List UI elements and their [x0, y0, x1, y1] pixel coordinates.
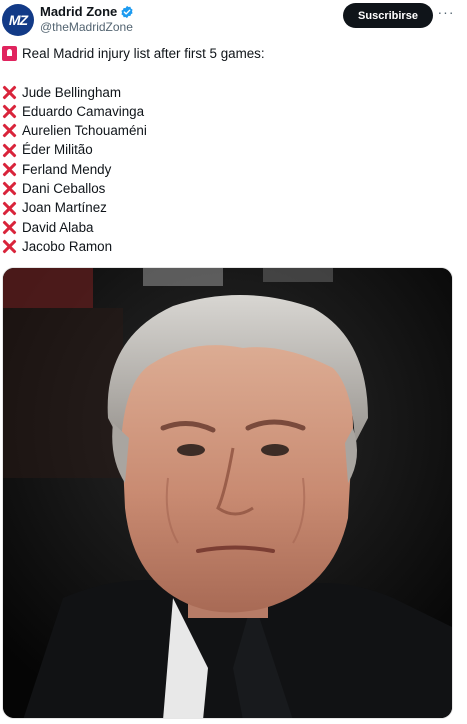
player-name: Eduardo Camavinga [22, 103, 145, 119]
player-name: David Alaba [22, 219, 94, 235]
injury-list-item: Éder Militão [2, 140, 462, 159]
player-name: Joan Martínez [22, 200, 107, 216]
cross-mark-icon [2, 201, 17, 216]
account-handle[interactable]: @theMadridZone [40, 20, 133, 34]
avatar[interactable]: MZ [2, 4, 34, 36]
player-name: Dani Ceballos [22, 181, 106, 197]
tweet-text: Real Madrid injury list after first 5 ga… [2, 44, 462, 256]
coach-portrait-image [3, 268, 452, 718]
cross-mark-icon [2, 104, 17, 119]
name-row: Madrid Zone [40, 4, 134, 19]
cross-mark-icon [2, 162, 17, 177]
headline-line: Real Madrid injury list after first 5 ga… [2, 44, 462, 63]
more-options-icon[interactable]: ··· [436, 4, 456, 24]
display-name[interactable]: Madrid Zone [40, 4, 117, 19]
injury-list-item: Jacobo Ramon [2, 237, 462, 256]
cross-mark-icon [2, 85, 17, 100]
cross-mark-icon [2, 181, 17, 196]
injury-list-item: Joan Martínez [2, 198, 462, 217]
cross-mark-icon [2, 123, 17, 138]
injury-list-item: Jude Bellingham [2, 83, 462, 102]
tweet-header: MZ Madrid Zone @theMadridZone Suscribirs… [0, 0, 467, 44]
verified-badge-icon [121, 5, 133, 18]
injury-list-item: David Alaba [2, 218, 462, 237]
cross-mark-icon [2, 220, 17, 235]
player-name: Ferland Mendy [22, 161, 112, 177]
cross-mark-icon [2, 143, 17, 158]
injury-list-item: Eduardo Camavinga [2, 102, 462, 121]
injury-list-item: Aurelien Tchouaméni [2, 121, 462, 140]
siren-icon [2, 46, 17, 62]
headline-text: Real Madrid injury list after first 5 ga… [22, 46, 265, 61]
injury-list: Jude Bellingham Eduardo Camavinga Aurelien… [2, 83, 462, 257]
player-name: Jude Bellingham [22, 84, 122, 100]
player-name: Aurelien Tchouaméni [22, 123, 147, 139]
subscribe-button[interactable]: Suscribirse [343, 3, 433, 28]
avatar-logo-text: MZ [8, 12, 28, 28]
injury-list-item: Dani Ceballos [2, 179, 462, 198]
player-name: Jacobo Ramon [22, 238, 113, 254]
injury-list-item: Ferland Mendy [2, 160, 462, 179]
tweet-photo[interactable] [2, 267, 453, 719]
cross-mark-icon [2, 239, 17, 254]
player-name: Éder Militão [22, 142, 93, 158]
